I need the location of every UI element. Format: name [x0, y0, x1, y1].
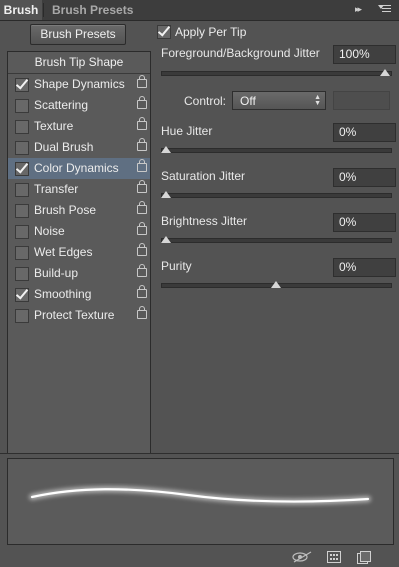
- saturation-jitter-field[interactable]: 0%: [333, 168, 396, 187]
- new-preset-icon[interactable]: [357, 551, 371, 564]
- lock-icon[interactable]: [137, 180, 147, 193]
- grid-icon[interactable]: [327, 551, 341, 563]
- tab-brush-presets[interactable]: Brush Presets: [46, 0, 139, 20]
- list-item-label: Transfer: [34, 182, 79, 196]
- hue-jitter-slider[interactable]: [161, 146, 392, 153]
- control-amount-field: [333, 91, 390, 110]
- lock-icon[interactable]: [137, 201, 147, 214]
- brush-presets-button[interactable]: Brush Presets: [30, 24, 126, 45]
- list-item-label: Smoothing: [34, 287, 92, 301]
- saturation-jitter-slider[interactable]: [161, 191, 392, 198]
- list-item-label: Noise: [34, 224, 65, 238]
- color-dynamics-checkbox[interactable]: [15, 162, 29, 176]
- list-item-build-up[interactable]: Build-up: [8, 263, 150, 284]
- lock-icon[interactable]: [137, 222, 147, 235]
- panel-menu-icon[interactable]: [378, 3, 392, 15]
- smoothing-checkbox[interactable]: [15, 288, 29, 302]
- dual-brush-checkbox[interactable]: [15, 141, 29, 155]
- lock-icon[interactable]: [137, 96, 147, 109]
- wet-edges-checkbox[interactable]: [15, 246, 29, 260]
- eye-toggle-icon[interactable]: [291, 551, 313, 563]
- preview-divider: [0, 453, 399, 454]
- list-item-shape-dynamics[interactable]: Shape Dynamics: [8, 74, 150, 95]
- lock-icon[interactable]: [137, 264, 147, 277]
- list-item-color-dynamics[interactable]: Color Dynamics: [8, 158, 150, 179]
- scattering-checkbox[interactable]: [15, 99, 29, 113]
- panel-footer: [0, 545, 399, 567]
- tab-brush[interactable]: Brush: [0, 0, 42, 20]
- hue-jitter-slider-thumb[interactable]: [161, 146, 171, 153]
- purity-slider-thumb[interactable]: [270, 281, 281, 288]
- saturation-jitter-slider-thumb[interactable]: [161, 191, 171, 198]
- list-item-label: Dual Brush: [34, 140, 94, 154]
- brightness-jitter-slider[interactable]: [161, 236, 392, 243]
- noise-checkbox[interactable]: [15, 225, 29, 239]
- list-item-noise[interactable]: Noise: [8, 221, 150, 242]
- lock-icon[interactable]: [137, 306, 147, 319]
- lock-icon[interactable]: [137, 243, 147, 256]
- lock-icon[interactable]: [137, 159, 147, 172]
- apply-per-tip-checkbox[interactable]: [157, 25, 171, 39]
- lock-icon[interactable]: [137, 75, 147, 88]
- list-item-label: Texture: [34, 119, 74, 133]
- control-label: Control:: [184, 94, 227, 108]
- list-item-label: Brush Pose: [34, 203, 97, 217]
- apply-per-tip-label: Apply Per Tip: [175, 25, 247, 39]
- select-arrows-icon: ▲ ▼: [314, 94, 321, 107]
- brightness-jitter-slider-thumb[interactable]: [161, 236, 171, 243]
- list-item-smoothing[interactable]: Smoothing: [8, 284, 150, 305]
- list-item-label: Color Dynamics: [34, 161, 119, 175]
- stroke-preview-graphic: [29, 486, 371, 505]
- brush-stroke-preview: [7, 458, 394, 545]
- lock-icon[interactable]: [137, 285, 147, 298]
- list-item-protect-texture[interactable]: Protect Texture: [8, 305, 150, 326]
- list-item-label: Build-up: [34, 266, 79, 280]
- purity-field[interactable]: 0%: [333, 258, 396, 277]
- list-item-label: Scattering: [34, 98, 89, 112]
- list-item-texture[interactable]: Texture: [8, 116, 150, 137]
- collapse-panel-icon[interactable]: ▸▸: [355, 4, 362, 15]
- list-item-wet-edges[interactable]: Wet Edges: [8, 242, 150, 263]
- list-item-scattering[interactable]: Scattering: [8, 95, 150, 116]
- list-item-label: Protect Texture: [34, 308, 115, 322]
- fg-bg-jitter-slider-thumb[interactable]: [380, 69, 390, 76]
- protect-texture-checkbox[interactable]: [15, 309, 29, 323]
- tab-bar: Brush Brush Presets ▸▸: [0, 0, 399, 21]
- lock-icon[interactable]: [137, 117, 147, 130]
- list-item-label: Shape Dynamics: [34, 77, 125, 91]
- list-item-dual-brush[interactable]: Dual Brush: [8, 137, 150, 158]
- build-up-checkbox[interactable]: [15, 267, 29, 281]
- lock-icon[interactable]: [137, 138, 147, 151]
- brightness-jitter-label: Brightness Jitter: [161, 214, 248, 228]
- fg-bg-jitter-field[interactable]: 100%: [333, 45, 396, 64]
- texture-checkbox[interactable]: [15, 120, 29, 134]
- purity-label: Purity: [161, 259, 192, 273]
- list-item-transfer[interactable]: Transfer: [8, 179, 150, 200]
- shape-dynamics-checkbox[interactable]: [15, 78, 29, 92]
- fg-bg-jitter-label: Foreground/Background Jitter: [161, 46, 320, 60]
- control-select-value: Off: [240, 94, 256, 108]
- hue-jitter-label: Hue Jitter: [161, 124, 213, 138]
- brush-panel: Brush Brush Presets ▸▸ Brush Presets Bru…: [0, 0, 399, 567]
- brush-pose-checkbox[interactable]: [15, 204, 29, 218]
- tab-divider: [43, 3, 44, 17]
- list-item-brush-pose[interactable]: Brush Pose: [8, 200, 150, 221]
- brightness-jitter-field[interactable]: 0%: [333, 213, 396, 232]
- purity-slider[interactable]: [161, 281, 392, 288]
- transfer-checkbox[interactable]: [15, 183, 29, 197]
- hue-jitter-field[interactable]: 0%: [333, 123, 396, 142]
- control-select[interactable]: Off ▲ ▼: [232, 91, 326, 110]
- fg-bg-jitter-slider[interactable]: [161, 69, 392, 76]
- saturation-jitter-label: Saturation Jitter: [161, 169, 246, 183]
- brush-settings-list: Brush Tip Shape Shape Dynamics Scattering…: [7, 51, 151, 454]
- brush-tip-shape-item[interactable]: Brush Tip Shape: [8, 52, 150, 74]
- list-item-label: Wet Edges: [34, 245, 93, 259]
